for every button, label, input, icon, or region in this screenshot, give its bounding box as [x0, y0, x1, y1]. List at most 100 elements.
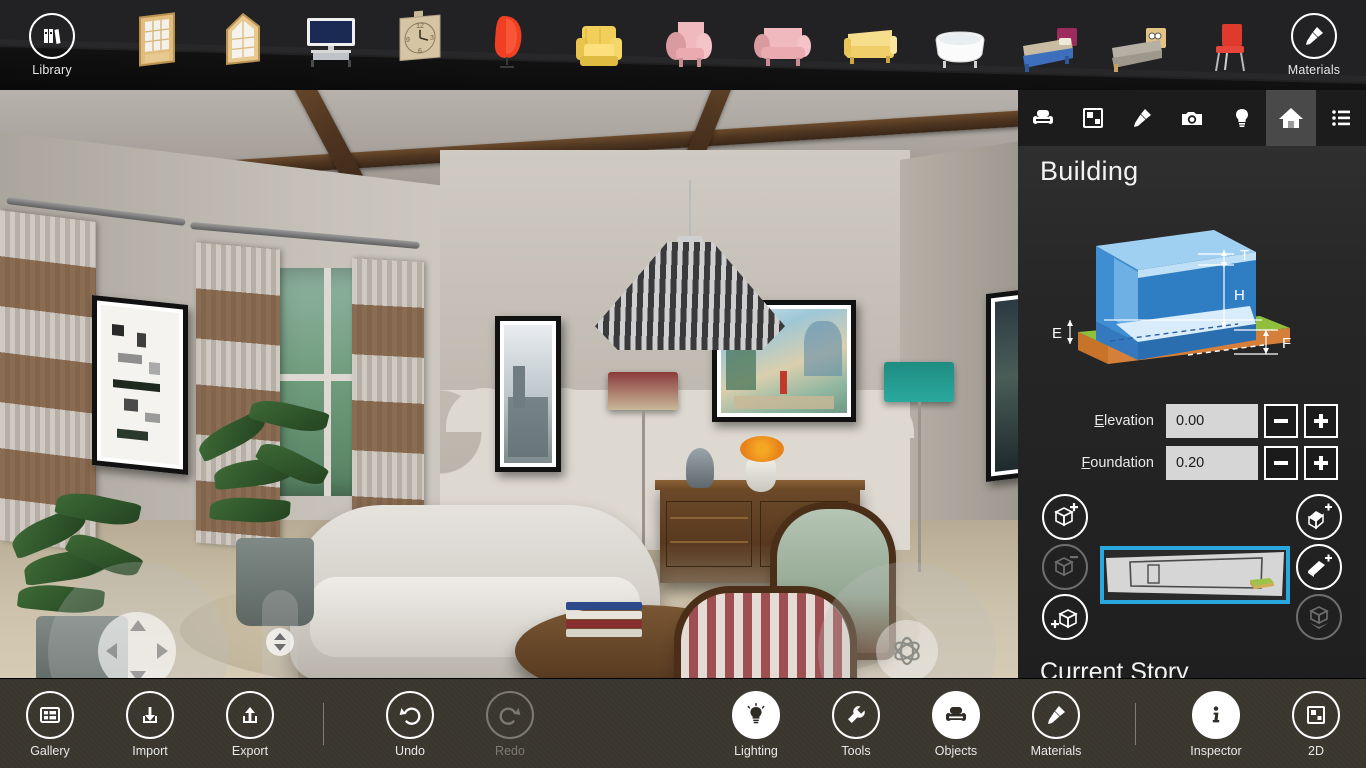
- bed-icon: [1015, 18, 1087, 80]
- foundation-label: Foundation: [1081, 455, 1154, 471]
- remove-story-button: [1042, 544, 1088, 590]
- panel-tab-list[interactable]: [1316, 90, 1366, 146]
- floorplan-icon: [1082, 108, 1103, 128]
- floor-lamp-shade-right: [884, 362, 954, 402]
- arrow-up-icon[interactable]: [130, 620, 146, 631]
- armchair-icon: [652, 12, 724, 74]
- download-icon: [126, 690, 174, 739]
- arrow-down-icon[interactable]: [130, 671, 146, 678]
- catalog-item-french-door[interactable]: [108, 0, 204, 86]
- armchair-icon: [932, 690, 980, 739]
- artwork-canvas: [101, 304, 179, 466]
- catalog-item-red-egg-chair[interactable]: [462, 0, 558, 86]
- paint-brush-icon: [1134, 109, 1152, 127]
- gallery-label: Gallery: [30, 743, 70, 758]
- wall-art-center-small: [495, 316, 561, 472]
- inspector-button[interactable]: Inspector: [1166, 679, 1266, 768]
- floor-lamp-pole-right: [918, 402, 921, 572]
- lightbulb-icon: [1235, 109, 1248, 127]
- dim-label-H: H: [1234, 287, 1245, 304]
- catalog-item-clawfoot-bathtub[interactable]: [912, 4, 1008, 90]
- orbit-control[interactable]: [876, 620, 938, 678]
- info-icon: [1192, 690, 1240, 739]
- elevation-label: Elevation: [1094, 413, 1154, 429]
- bed-icon: [1104, 18, 1176, 80]
- materials-button-top[interactable]: Materials: [1262, 0, 1366, 90]
- library-label: Library: [32, 63, 72, 77]
- undo-arrow-icon: [386, 690, 434, 739]
- viewport-3d[interactable]: [0, 90, 1018, 678]
- materials-button-bottom[interactable]: Materials: [1006, 679, 1106, 768]
- camera-icon: [1181, 112, 1202, 125]
- elevation-slider-knob[interactable]: [266, 628, 294, 656]
- add-roof-slope-button[interactable]: [1296, 544, 1342, 590]
- orbit-icon: [894, 636, 920, 666]
- export-button[interactable]: Export: [200, 679, 300, 768]
- catalog-item-gothic-window[interactable]: [195, 0, 291, 86]
- foundation-field-row: Foundation 0.20: [1018, 446, 1338, 480]
- objects-label: Objects: [934, 743, 978, 758]
- toolbar-divider-right: [1135, 703, 1136, 745]
- panel-tab-plan-2d[interactable]: [1068, 90, 1118, 146]
- redo-arrow-icon: [486, 690, 534, 739]
- wall-art-left: [92, 294, 188, 476]
- catalog-item-pink-armchair[interactable]: [640, 0, 736, 88]
- materials-label-bottom: Materials: [1030, 743, 1082, 758]
- armchair-icon: [562, 12, 634, 74]
- wrench-icon: [832, 690, 880, 739]
- window-icon: [207, 10, 279, 72]
- library-button[interactable]: Library: [0, 0, 104, 90]
- svg-text:12: 12: [416, 23, 424, 31]
- elevation-input[interactable]: 0.00: [1166, 404, 1258, 438]
- lighting-button[interactable]: Lighting: [706, 679, 806, 768]
- tools-label: Tools: [841, 743, 871, 758]
- redo-label: Redo: [495, 743, 525, 758]
- catalog-item-pink-sofa[interactable]: [732, 0, 828, 90]
- sofa-icon: [834, 16, 906, 78]
- gallery-button[interactable]: Gallery: [0, 679, 100, 768]
- tools-button[interactable]: Tools: [806, 679, 906, 768]
- window-mullion: [324, 268, 331, 496]
- panel-tab-lighting[interactable]: [1217, 90, 1267, 146]
- catalog-item-blue-bed[interactable]: [1003, 4, 1099, 90]
- elevation-increment-button[interactable]: [1304, 404, 1338, 438]
- add-story-below-button[interactable]: [1042, 594, 1088, 640]
- import-button[interactable]: Import: [100, 679, 200, 768]
- catalog-item-yellow-armchair[interactable]: [550, 0, 646, 88]
- view-2d-button[interactable]: 2D: [1266, 679, 1366, 768]
- armchair-icon: [1032, 110, 1053, 124]
- book-stack: [566, 602, 642, 640]
- panel-tab-building[interactable]: [1266, 90, 1317, 146]
- catalog-item-beige-bed[interactable]: [1092, 4, 1188, 90]
- roof-plus-icon: [1308, 503, 1332, 530]
- foundation-increment-button[interactable]: [1304, 446, 1338, 480]
- building-diagram: T H E F: [1038, 224, 1338, 384]
- paint-brush-icon: [1032, 690, 1080, 739]
- add-story-above-button[interactable]: [1042, 494, 1088, 540]
- dim-label-T: T: [1240, 247, 1249, 264]
- dim-label-E: E: [1052, 325, 1062, 342]
- panel-tab-objects[interactable]: [1018, 90, 1068, 146]
- foundation-decrement-button[interactable]: [1264, 446, 1298, 480]
- export-label: Export: [231, 743, 269, 758]
- svg-text:3: 3: [430, 35, 434, 42]
- arrow-right-icon[interactable]: [157, 643, 168, 659]
- bottom-toolbar: Gallery Import Export Undo Redo Lighting…: [0, 678, 1366, 768]
- catalog-item-tv-stand[interactable]: [283, 0, 379, 84]
- panel-tab-camera[interactable]: [1167, 90, 1217, 146]
- objects-button[interactable]: Objects: [906, 679, 1006, 768]
- catalog-item-yellow-sofa[interactable]: [822, 2, 918, 90]
- panel-tab-materials[interactable]: [1117, 90, 1167, 146]
- library-books-icon: [29, 13, 75, 59]
- catalog-item-wall-clock[interactable]: 12 3 6 9: [372, 0, 468, 84]
- foundation-input[interactable]: 0.20: [1166, 446, 1258, 480]
- undo-button[interactable]: Undo: [360, 679, 460, 768]
- elevation-decrement-button[interactable]: [1264, 404, 1298, 438]
- add-roof-button[interactable]: [1296, 494, 1342, 540]
- catalog-toolbar: Library 12 3 6 9 Materials: [0, 0, 1366, 90]
- view-2d-label: 2D: [1308, 743, 1324, 758]
- arrow-left-icon[interactable]: [106, 643, 117, 659]
- up-down-arrows-icon: [274, 633, 286, 640]
- cube-minus-icon: [1054, 556, 1078, 577]
- story-thumbnail[interactable]: [1100, 546, 1290, 604]
